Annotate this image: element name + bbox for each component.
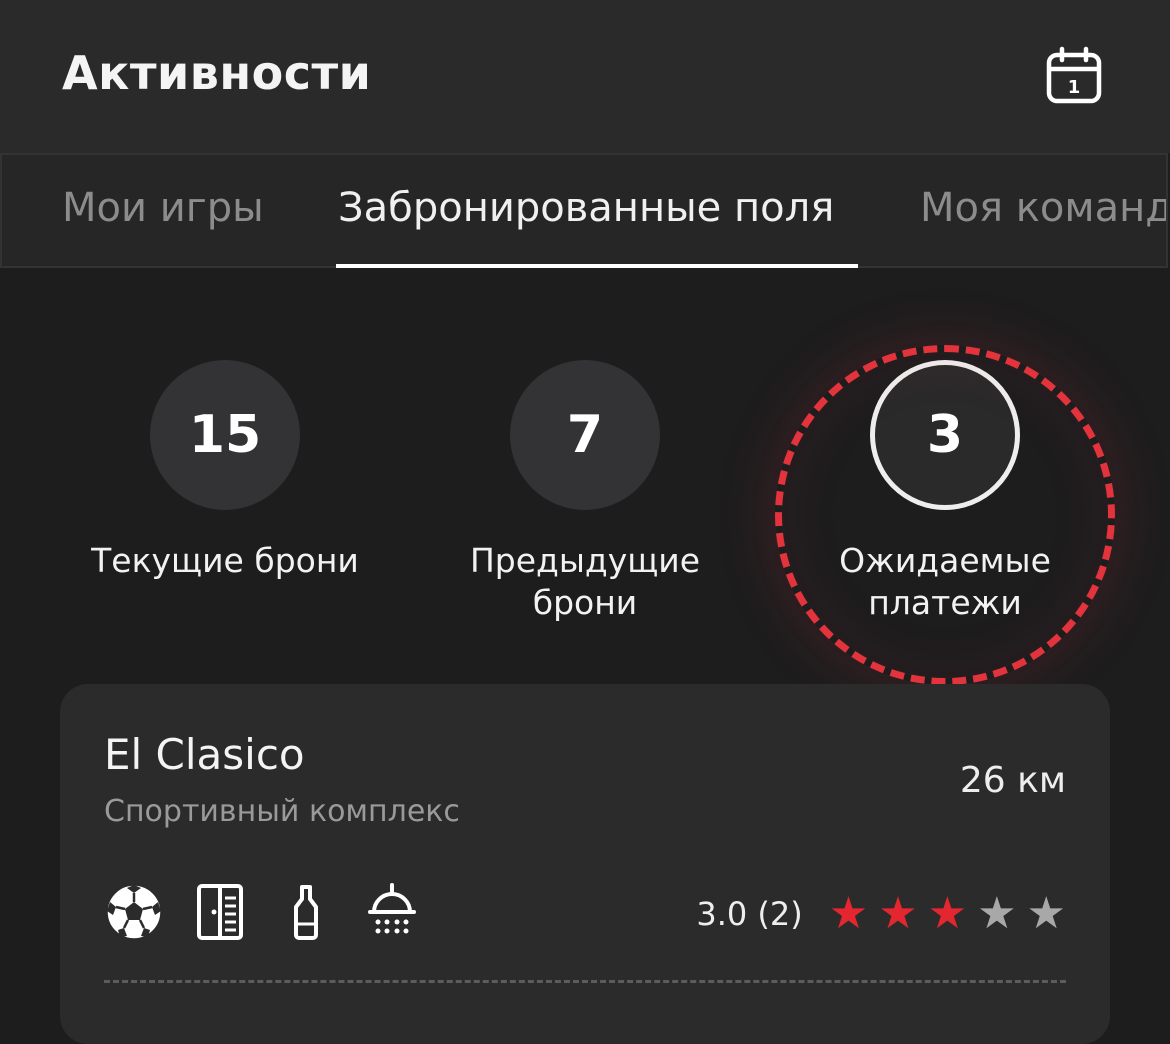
active-tab-indicator <box>336 264 858 268</box>
stat-value: 3 <box>870 360 1020 510</box>
card-divider <box>104 980 1066 983</box>
stat-value: 15 <box>150 360 300 510</box>
stat-pending-payments[interactable]: 3 Ожидаемые платежи <box>795 360 1095 624</box>
star-filled-icon: ★ <box>927 888 968 939</box>
calendar-button[interactable]: 1 <box>1040 44 1108 112</box>
calendar-icon: 1 <box>1046 46 1102 104</box>
tab-booked-fields[interactable]: Забронированные поля <box>338 185 834 231</box>
locker-room-icon <box>190 882 250 942</box>
stat-previous-bookings[interactable]: 7 Предыдущие брони <box>435 360 735 624</box>
venue-card[interactable]: El Clasico Спортивный комплекс 26 км 3.0… <box>60 684 1110 1044</box>
venue-distance: 26 км <box>959 760 1066 801</box>
venue-type: Спортивный комплекс <box>104 794 460 829</box>
calendar-day: 1 <box>1068 77 1081 98</box>
stat-label: Ожидаемые платежи <box>839 541 1051 622</box>
venue-rating: 3.0 (2) ★ ★ ★ ★ ★ <box>696 889 1066 939</box>
bottle-icon <box>276 882 336 942</box>
stat-label: Предыдущие брони <box>469 541 701 622</box>
venue-name: El Clasico <box>104 730 305 779</box>
rating-stars: ★ ★ ★ ★ ★ <box>819 892 1066 936</box>
shower-icon <box>362 882 422 942</box>
star-filled-icon: ★ <box>828 888 869 939</box>
stat-value: 7 <box>510 360 660 510</box>
tab-my-team[interactable]: Моя команда <box>920 185 1166 231</box>
star-empty-icon: ★ <box>1026 888 1066 939</box>
app-header: Активности 1 <box>0 0 1170 153</box>
rating-text: 3.0 (2) <box>696 895 803 933</box>
tab-my-games[interactable]: Мои игры <box>62 185 264 231</box>
star-empty-icon: ★ <box>977 888 1017 939</box>
stat-label: Текущие брони <box>91 541 359 580</box>
page-title: Активности <box>62 46 372 100</box>
stat-current-bookings[interactable]: 15 Текущие брони <box>75 360 375 582</box>
soccer-ball-icon <box>104 882 164 942</box>
amenities <box>104 882 422 942</box>
tab-bar: Мои игры Забронированные поля Моя команд… <box>0 153 1168 268</box>
star-filled-icon: ★ <box>878 888 918 939</box>
